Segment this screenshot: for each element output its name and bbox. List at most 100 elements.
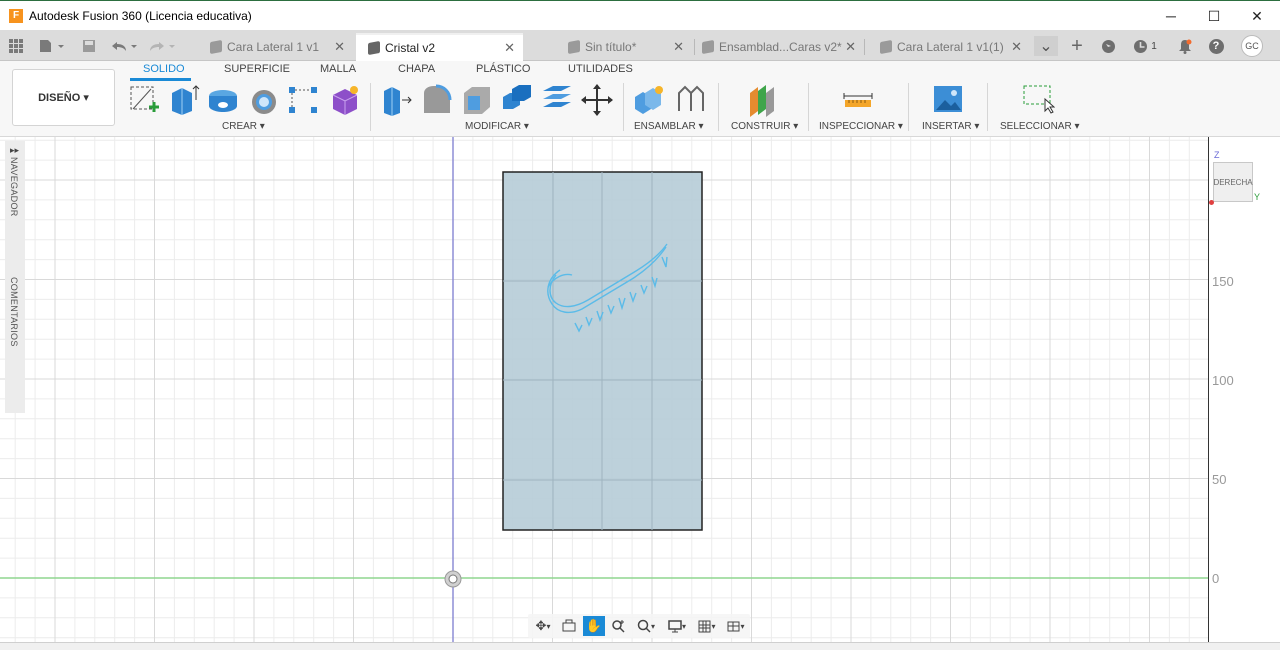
view-cube-face-label: DERECHA — [1213, 177, 1253, 187]
extensions-icon[interactable] — [1098, 36, 1118, 56]
title-bar: F Autodesk Fusion 360 (Licencia educativ… — [0, 0, 1280, 30]
tick-label-100: 100 — [1212, 373, 1234, 388]
window-select-icon[interactable] — [1021, 83, 1056, 117]
workspace-switcher[interactable]: DISEÑO ▾ — [12, 69, 115, 126]
maximize-button[interactable]: ☐ — [1192, 1, 1236, 31]
close-tab-icon[interactable]: ✕ — [673, 39, 684, 55]
grid-icon[interactable] — [6, 36, 26, 56]
tick-label-0: 0 — [1212, 571, 1220, 586]
insert-image-icon[interactable] — [932, 83, 966, 117]
tab-sin-titulo[interactable]: Sin título* ✕ — [556, 33, 692, 61]
y-axis-label: Y — [1254, 192, 1261, 202]
origin-marker[interactable] — [444, 570, 462, 588]
tab-solido[interactable]: SOLIDO — [143, 63, 185, 75]
viewports-icon[interactable]: ▾ — [723, 616, 749, 636]
group-crear[interactable]: CREAR ▾ — [222, 121, 265, 132]
redo-icon[interactable] — [148, 36, 178, 56]
grid-settings-icon[interactable]: ▾ — [693, 616, 721, 636]
tick-label-150: 150 — [1212, 274, 1234, 289]
tab-cristal-v2[interactable]: Cristal v2 ✕ — [356, 33, 523, 61]
close-window-button[interactable]: ✕ — [1235, 1, 1279, 31]
help-icon[interactable]: ? — [1206, 36, 1226, 56]
component-icon — [702, 39, 714, 55]
rectangular-pattern-icon[interactable] — [286, 83, 320, 117]
group-separator — [908, 83, 909, 131]
browser-side-panel[interactable]: ▸▸ NAVEGADOR COMENTARIOS — [5, 141, 25, 413]
component-icon — [368, 40, 380, 56]
group-inspeccionar[interactable]: INSPECCIONAR ▾ — [819, 121, 903, 132]
grid-canvas[interactable] — [0, 137, 1280, 642]
close-tab-icon[interactable]: ✕ — [845, 39, 856, 55]
group-modificar[interactable]: MODIFICAR ▾ — [465, 121, 529, 132]
ruler-line — [1208, 137, 1209, 642]
file-icon[interactable] — [38, 36, 66, 56]
create-sketch-icon[interactable] — [127, 83, 161, 117]
tab-malla[interactable]: MALLA — [320, 63, 356, 75]
group-seleccionar[interactable]: SELECCIONAR ▾ — [1000, 121, 1079, 132]
tab-label: Sin título* — [585, 40, 637, 54]
active-tab-indicator — [130, 78, 191, 81]
measure-icon[interactable] — [841, 83, 875, 117]
window-title: Autodesk Fusion 360 (Licencia educativa) — [29, 8, 252, 23]
create-form-icon[interactable] — [328, 83, 362, 117]
save-icon[interactable] — [80, 36, 98, 56]
toolbar-ribbon: DISEÑO ▾ SOLIDO SUPERFICIE MALLA CHAPA P… — [0, 61, 1280, 137]
close-tab-icon[interactable]: ✕ — [1011, 39, 1022, 55]
tab-chapa[interactable]: CHAPA — [398, 63, 435, 75]
job-count: 1 — [1151, 40, 1157, 52]
document-tab-bar: Cara Lateral 1 v1 ✕ Cristal v2 ✕ Sin tít… — [0, 30, 1280, 61]
new-tab-button[interactable]: + — [1066, 35, 1088, 57]
component-icon — [568, 39, 580, 55]
tab-ensamblado-caras[interactable]: Ensamblad...Caras v2* ✕ — [692, 33, 862, 61]
fit-zoom-icon[interactable]: ▾ — [632, 616, 660, 636]
offset-face-icon[interactable] — [540, 83, 574, 117]
fillet-icon[interactable] — [420, 83, 454, 117]
orbit-icon[interactable]: ✥ ▾ — [530, 616, 556, 636]
tab-label: Cristal v2 — [385, 41, 436, 55]
offset-plane-icon[interactable] — [746, 83, 780, 117]
tab-label: Cara Lateral 1 v1(1) — [897, 40, 1004, 54]
3d-viewport[interactable]: 150 100 50 0 — [0, 137, 1280, 642]
tab-cara-lateral-1-1[interactable]: Cara Lateral 1 v1(1) ✕ — [868, 33, 1030, 61]
navigation-bar: ✥ ▾ ✋ ▾ ▾ ▾ ▾ — [528, 614, 750, 638]
move-copy-icon[interactable] — [580, 83, 614, 117]
tab-label: Cara Lateral 1 v1 — [227, 40, 320, 54]
group-insertar[interactable]: INSERTAR ▾ — [922, 121, 979, 132]
sweep-icon[interactable] — [246, 83, 280, 117]
comments-label[interactable]: COMENTARIOS — [9, 277, 19, 347]
look-at-icon[interactable] — [558, 616, 580, 636]
shell-icon[interactable] — [460, 83, 494, 117]
group-ensamblar[interactable]: ENSAMBLAR ▾ — [634, 121, 703, 132]
undo-icon[interactable] — [110, 36, 140, 56]
user-avatar[interactable]: GC — [1240, 35, 1264, 57]
revolve-icon[interactable] — [206, 83, 240, 117]
fusion-logo-icon: F — [9, 8, 23, 23]
tab-cara-lateral-1[interactable]: Cara Lateral 1 v1 ✕ — [198, 33, 353, 61]
view-cube[interactable]: DERECHA — [1213, 162, 1253, 202]
display-settings-icon[interactable]: ▾ — [663, 616, 691, 636]
minimize-button[interactable]: ─ — [1149, 1, 1193, 31]
tab-superficie[interactable]: SUPERFICIE — [224, 63, 290, 75]
group-separator — [623, 83, 624, 131]
press-pull-icon[interactable] — [380, 83, 414, 117]
group-construir[interactable]: CONSTRUIR ▾ — [731, 121, 798, 132]
notifications-bell-icon[interactable] — [1175, 36, 1195, 56]
close-tab-icon[interactable]: ✕ — [334, 39, 345, 55]
close-tab-icon[interactable]: ✕ — [504, 40, 515, 56]
pan-hand-icon[interactable]: ✋ — [583, 616, 605, 636]
expand-panel-icon[interactable]: ▸▸ — [10, 145, 19, 156]
extrude-icon[interactable] — [166, 83, 200, 117]
job-status-icon[interactable]: 1 — [1130, 36, 1160, 56]
navigator-label[interactable]: NAVEGADOR — [9, 157, 19, 217]
joint-icon[interactable] — [674, 83, 708, 117]
more-tabs-button[interactable]: ⌄ — [1034, 36, 1058, 56]
combine-icon[interactable] — [500, 83, 534, 117]
group-separator — [718, 83, 719, 131]
zoom-icon[interactable] — [607, 616, 629, 636]
tab-separator — [864, 39, 865, 55]
tab-plastico[interactable]: PLÁSTICO — [476, 63, 530, 75]
component-icon — [210, 39, 222, 55]
tab-utilidades[interactable]: UTILIDADES — [568, 63, 633, 75]
new-component-icon[interactable] — [632, 83, 666, 117]
status-strip — [0, 642, 1280, 650]
